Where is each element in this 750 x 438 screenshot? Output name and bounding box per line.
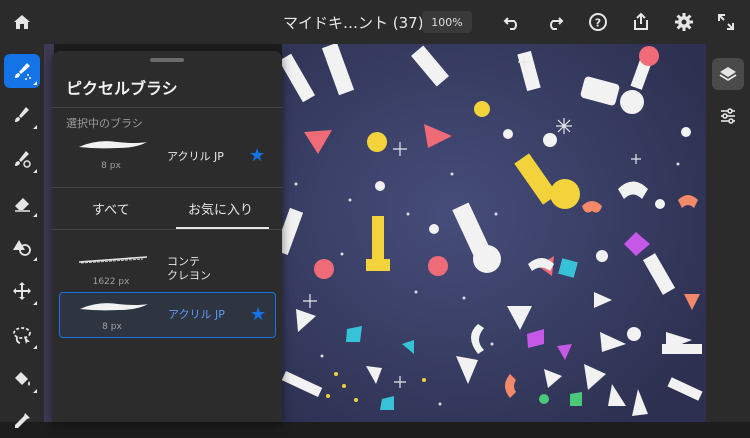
eraser-icon <box>15 198 30 212</box>
fill-icon <box>15 372 30 386</box>
brush-stroke-preview <box>78 256 148 264</box>
tab-all[interactable]: すべて <box>92 199 130 218</box>
divider <box>52 229 282 230</box>
document-title[interactable]: マイドキ…ント (37) <box>283 12 424 33</box>
fill-tool[interactable] <box>4 362 40 396</box>
brush-name: アクリル JP <box>168 308 225 321</box>
brush-size: 8 px <box>101 161 121 171</box>
settings-icon[interactable] <box>670 8 698 36</box>
panel-title: ピクセルブラシ <box>66 79 178 98</box>
home-icon[interactable] <box>8 8 36 36</box>
top-toolbar: マイドキ…ント (37) 100% ? <box>0 0 750 44</box>
share-icon[interactable] <box>627 8 655 36</box>
divider <box>52 107 282 108</box>
brush-size: 8 px <box>102 322 122 332</box>
eraser-brush-tool[interactable] <box>4 98 40 132</box>
brush-list-item-selected[interactable]: 8 px アクリル JP ★ <box>59 292 276 338</box>
layers-button[interactable] <box>712 58 744 90</box>
help-icon[interactable]: ? <box>584 8 612 36</box>
layers-icon <box>719 67 737 82</box>
panel-drag-handle[interactable] <box>150 58 184 62</box>
shape-icon <box>13 240 31 256</box>
right-toolbar <box>706 44 750 422</box>
move-icon <box>13 282 31 300</box>
brush-list-item[interactable]: 1622 px コンテ クレヨン <box>59 245 274 289</box>
favorite-star-icon[interactable]: ★ <box>249 145 265 166</box>
brush-stroke-preview <box>79 141 147 149</box>
favorite-star-icon[interactable]: ★ <box>250 304 266 325</box>
brush-size: 1622 px <box>92 277 130 287</box>
svg-text:?: ? <box>595 17 601 30</box>
zoom-level[interactable]: 100% <box>422 11 472 33</box>
shape-tool[interactable] <box>4 230 40 264</box>
brush-icon <box>15 63 31 80</box>
brush-name: アクリル JP <box>167 150 224 163</box>
smudge-icon <box>15 151 31 168</box>
lasso-tool[interactable] <box>4 318 40 352</box>
divider <box>52 187 282 188</box>
canvas[interactable] <box>282 44 706 422</box>
smudge-tool[interactable] <box>4 142 40 176</box>
adjustments-button[interactable] <box>712 100 744 132</box>
fullscreen-icon[interactable] <box>712 8 740 36</box>
selected-brush-row[interactable]: 8 px アクリル JP ★ <box>59 131 274 175</box>
move-tool[interactable] <box>4 274 40 308</box>
eraser-tool[interactable] <box>4 186 40 220</box>
brush-name: コンテ クレヨン <box>167 255 211 282</box>
redo-icon[interactable] <box>541 8 569 36</box>
brush-stroke-preview <box>80 303 148 311</box>
eraser-brush-icon <box>15 107 29 122</box>
eyedropper-tool[interactable] <box>4 404 40 438</box>
canvas-artwork <box>282 44 706 422</box>
eyedropper-icon <box>15 413 30 428</box>
selected-brush-label: 選択中のブラシ <box>66 117 143 130</box>
brush-tool[interactable] <box>4 54 40 88</box>
left-toolbar <box>0 44 44 428</box>
lasso-icon <box>13 327 31 344</box>
tab-favorites[interactable]: お気に入り <box>188 199 253 218</box>
adjustments-icon <box>721 108 735 124</box>
undo-icon[interactable] <box>498 8 526 36</box>
pixel-brush-panel: ピクセルブラシ 選択中のブラシ 8 px アクリル JP ★ すべて お気に入り… <box>52 51 282 422</box>
